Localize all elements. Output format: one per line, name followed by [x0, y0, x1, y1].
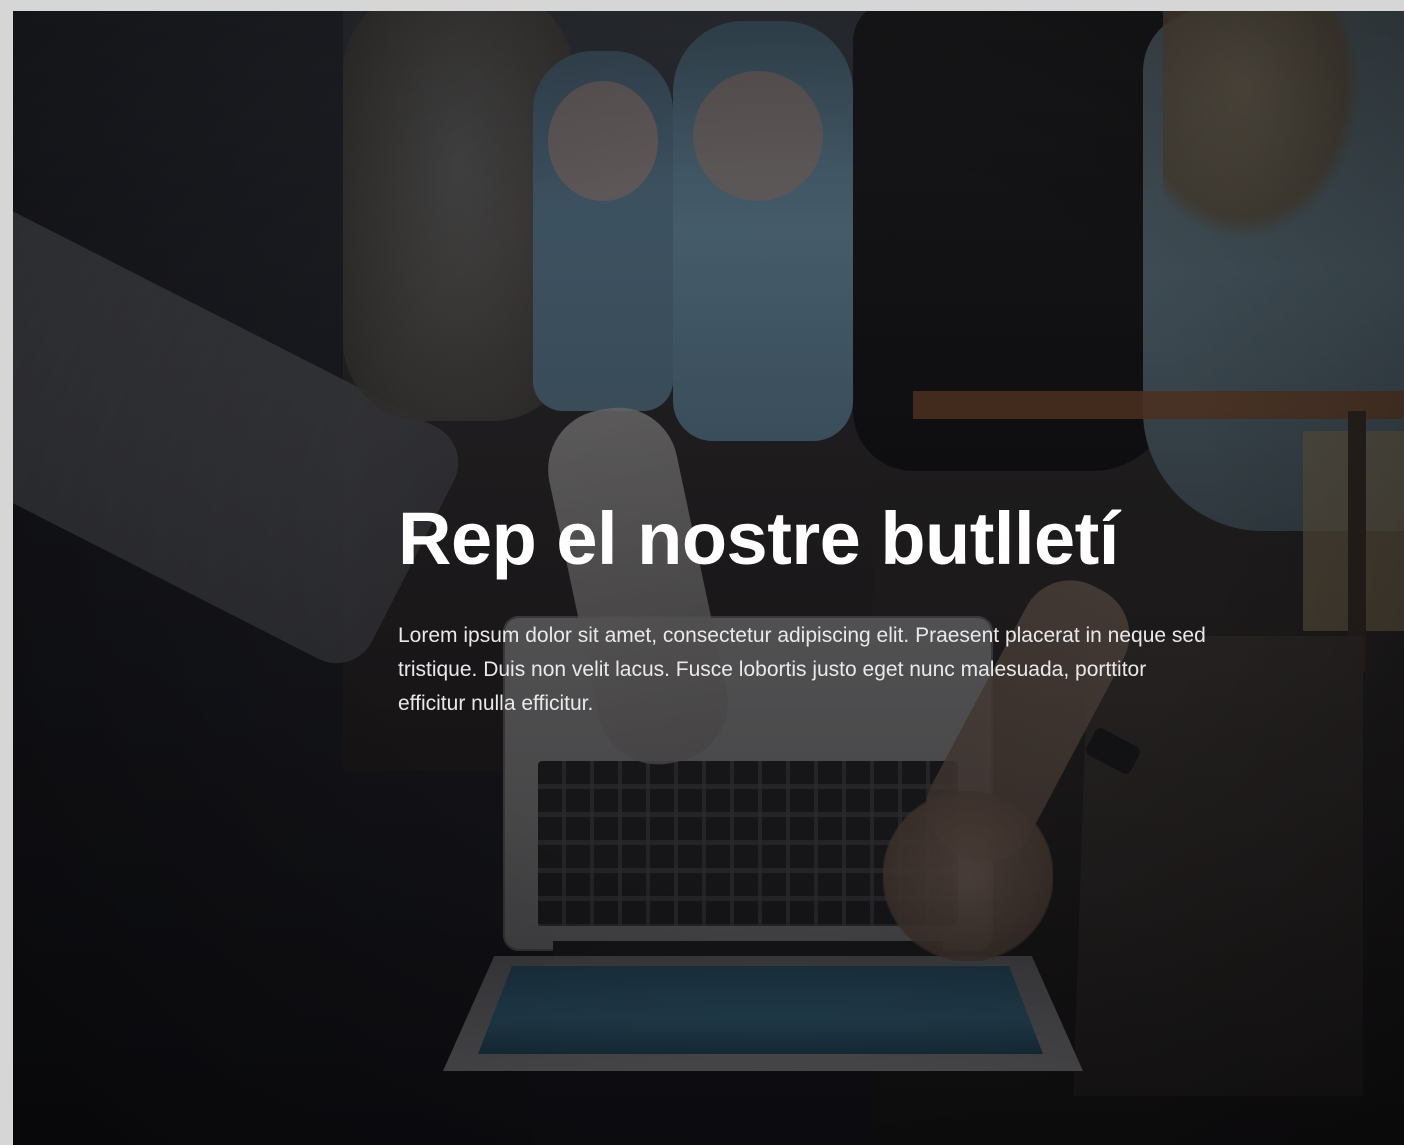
page: Rep el nostre butlletí Lorem ipsum dolor… [0, 0, 1404, 1145]
hero-content: Rep el nostre butlletí Lorem ipsum dolor… [398, 499, 1258, 721]
newsletter-hero: Rep el nostre butlletí Lorem ipsum dolor… [13, 11, 1404, 1145]
hero-title: Rep el nostre butlletí [398, 497, 1119, 580]
hero-description: Lorem ipsum dolor sit amet, consectetur … [398, 623, 1206, 715]
